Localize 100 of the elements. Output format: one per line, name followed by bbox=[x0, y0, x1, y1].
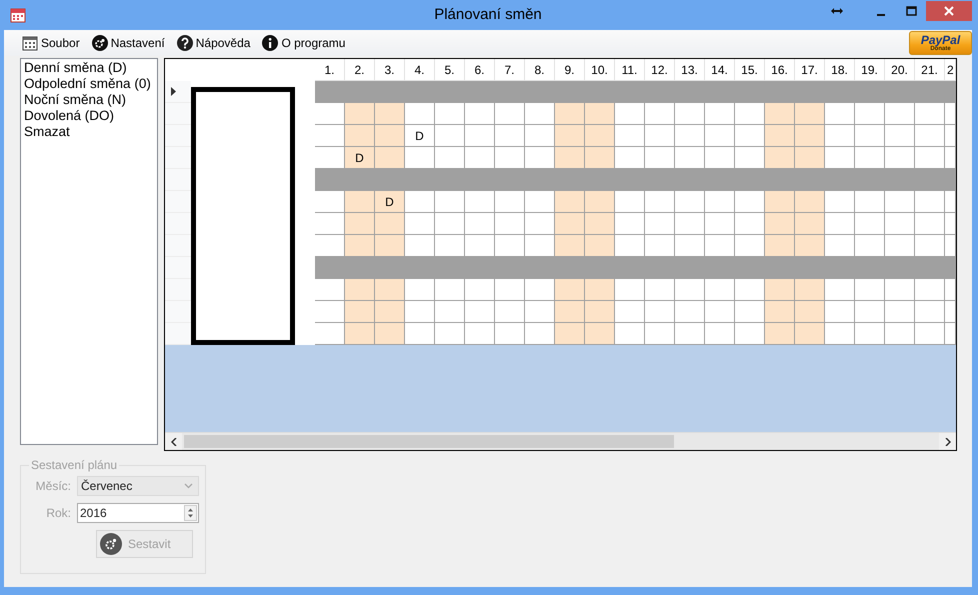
table-cell[interactable] bbox=[465, 191, 495, 213]
table-cell[interactable] bbox=[945, 147, 956, 169]
table-cell[interactable] bbox=[825, 235, 855, 257]
table-cell[interactable] bbox=[465, 279, 495, 301]
column-header[interactable]: 16. bbox=[765, 59, 795, 81]
column-header[interactable]: 19. bbox=[855, 59, 885, 81]
table-cell[interactable] bbox=[495, 147, 525, 169]
table-cell[interactable] bbox=[705, 147, 735, 169]
table-cell[interactable] bbox=[735, 191, 765, 213]
table-cell[interactable] bbox=[885, 235, 915, 257]
table-cell[interactable] bbox=[765, 301, 795, 323]
table-cell[interactable] bbox=[855, 147, 885, 169]
table-cell[interactable] bbox=[765, 191, 795, 213]
table-cell[interactable] bbox=[915, 103, 945, 125]
table-cell[interactable] bbox=[795, 191, 825, 213]
table-cell[interactable] bbox=[525, 301, 555, 323]
table-cell[interactable] bbox=[615, 147, 645, 169]
table-cell[interactable] bbox=[585, 301, 615, 323]
table-cell[interactable] bbox=[435, 213, 465, 235]
table-cell[interactable] bbox=[675, 191, 705, 213]
table-cell[interactable] bbox=[495, 323, 525, 345]
menu-item[interactable]: Nápověda bbox=[172, 32, 254, 54]
table-cell[interactable] bbox=[735, 279, 765, 301]
table-cell[interactable] bbox=[915, 235, 945, 257]
table-cell[interactable] bbox=[645, 301, 675, 323]
table-cell[interactable] bbox=[435, 103, 465, 125]
table-cell[interactable] bbox=[915, 279, 945, 301]
table-cell[interactable] bbox=[615, 103, 645, 125]
column-header[interactable]: 17. bbox=[795, 59, 825, 81]
table-cell[interactable] bbox=[645, 147, 675, 169]
table-cell[interactable] bbox=[855, 323, 885, 345]
table-cell[interactable] bbox=[345, 279, 375, 301]
table-cell[interactable] bbox=[645, 103, 675, 125]
table-cell[interactable] bbox=[315, 301, 345, 323]
table-cell[interactable] bbox=[735, 103, 765, 125]
table-cell[interactable] bbox=[555, 279, 585, 301]
table-cell[interactable] bbox=[735, 323, 765, 345]
list-item[interactable]: Odpolední směna (0) bbox=[24, 76, 154, 92]
table-cell[interactable] bbox=[645, 191, 675, 213]
table-cell[interactable] bbox=[465, 235, 495, 257]
table-cell[interactable] bbox=[915, 191, 945, 213]
table-cell[interactable] bbox=[795, 103, 825, 125]
table-cell[interactable] bbox=[315, 323, 345, 345]
list-item[interactable]: Dovolená (DO) bbox=[24, 108, 154, 124]
table-cell[interactable] bbox=[405, 147, 435, 169]
table-cell[interactable] bbox=[345, 103, 375, 125]
table-cell[interactable] bbox=[825, 301, 855, 323]
table-cell[interactable] bbox=[735, 235, 765, 257]
table-cell[interactable] bbox=[795, 213, 825, 235]
table-cell[interactable] bbox=[435, 301, 465, 323]
table-cell[interactable] bbox=[405, 279, 435, 301]
table-cell[interactable] bbox=[825, 323, 855, 345]
table-cell[interactable] bbox=[435, 323, 465, 345]
table-cell[interactable] bbox=[675, 323, 705, 345]
table-cell[interactable] bbox=[405, 235, 435, 257]
table-cell[interactable] bbox=[855, 213, 885, 235]
column-header[interactable]: 1. bbox=[315, 59, 345, 81]
table-cell[interactable] bbox=[945, 191, 956, 213]
table-cell[interactable] bbox=[705, 323, 735, 345]
table-cell[interactable] bbox=[615, 235, 645, 257]
table-cell[interactable] bbox=[375, 301, 405, 323]
table-cell[interactable] bbox=[825, 125, 855, 147]
table-cell[interactable] bbox=[855, 125, 885, 147]
table-cell[interactable] bbox=[375, 147, 405, 169]
table-cell[interactable] bbox=[735, 125, 765, 147]
table-cell[interactable] bbox=[525, 213, 555, 235]
table-cell[interactable] bbox=[495, 103, 525, 125]
table-cell[interactable] bbox=[825, 191, 855, 213]
table-cell[interactable] bbox=[405, 301, 435, 323]
table-cell[interactable] bbox=[795, 323, 825, 345]
table-cell[interactable] bbox=[555, 301, 585, 323]
horizontal-scrollbar[interactable] bbox=[165, 432, 956, 450]
table-cell[interactable] bbox=[585, 125, 615, 147]
table-cell[interactable] bbox=[465, 323, 495, 345]
table-cell[interactable] bbox=[765, 213, 795, 235]
table-cell[interactable] bbox=[555, 213, 585, 235]
table-cell[interactable] bbox=[765, 103, 795, 125]
table-cell[interactable] bbox=[675, 279, 705, 301]
table-cell[interactable]: D bbox=[345, 147, 375, 169]
table-cell[interactable] bbox=[375, 213, 405, 235]
list-item[interactable]: Smazat bbox=[24, 124, 154, 140]
table-cell[interactable] bbox=[465, 103, 495, 125]
table-cell[interactable] bbox=[315, 103, 345, 125]
table-cell[interactable] bbox=[525, 147, 555, 169]
table-cell[interactable] bbox=[495, 301, 525, 323]
table-cell[interactable] bbox=[405, 213, 435, 235]
column-header[interactable]: 20. bbox=[885, 59, 915, 81]
table-cell[interactable] bbox=[885, 191, 915, 213]
table-cell[interactable] bbox=[555, 191, 585, 213]
column-header[interactable]: 2. bbox=[345, 59, 375, 81]
table-cell[interactable] bbox=[855, 279, 885, 301]
table-cell[interactable] bbox=[615, 125, 645, 147]
column-header[interactable]: 3. bbox=[375, 59, 405, 81]
table-cell[interactable] bbox=[945, 301, 956, 323]
table-cell[interactable] bbox=[495, 279, 525, 301]
table-cell[interactable] bbox=[315, 147, 345, 169]
table-cell[interactable] bbox=[675, 103, 705, 125]
table-cell[interactable] bbox=[585, 147, 615, 169]
table-cell[interactable]: D bbox=[375, 191, 405, 213]
table-cell[interactable] bbox=[375, 235, 405, 257]
